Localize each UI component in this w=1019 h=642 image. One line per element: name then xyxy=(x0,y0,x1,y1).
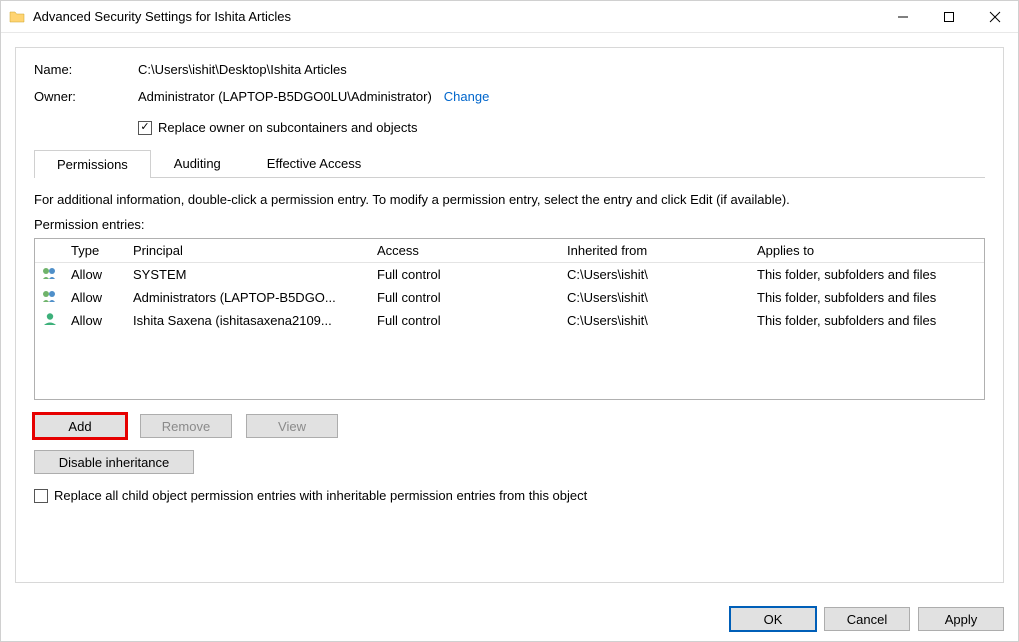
remove-button[interactable]: Remove xyxy=(140,414,232,438)
owner-value: Administrator (LAPTOP-B5DGO0LU\Administr… xyxy=(138,89,432,104)
cell-inherited: C:\Users\ishit\ xyxy=(567,313,757,328)
cell-type: Allow xyxy=(71,313,133,328)
maximize-button[interactable] xyxy=(926,1,972,32)
advanced-security-settings-window: Advanced Security Settings for Ishita Ar… xyxy=(0,0,1019,642)
replace-owner-checkbox[interactable] xyxy=(138,121,152,135)
add-button[interactable]: Add xyxy=(34,414,126,438)
cell-access: Full control xyxy=(377,290,567,305)
owner-label: Owner: xyxy=(34,89,138,104)
replace-child-checkbox[interactable] xyxy=(34,489,48,503)
group-icon xyxy=(41,266,59,280)
replace-child-row: Replace all child object permission entr… xyxy=(34,488,985,503)
replace-owner-label: Replace owner on subcontainers and objec… xyxy=(158,120,417,135)
replace-child-label: Replace all child object permission entr… xyxy=(54,488,587,503)
disable-inheritance-button[interactable]: Disable inheritance xyxy=(34,450,194,474)
col-access[interactable]: Access xyxy=(377,243,567,258)
cell-applies: This folder, subfolders and files xyxy=(757,267,978,282)
tab-effective-access[interactable]: Effective Access xyxy=(244,149,384,177)
replace-owner-row: Replace owner on subcontainers and objec… xyxy=(138,120,985,135)
ok-button[interactable]: OK xyxy=(730,607,816,631)
col-type[interactable]: Type xyxy=(71,243,133,258)
cell-principal: Administrators (LAPTOP-B5DGO... xyxy=(133,290,377,305)
apply-button[interactable]: Apply xyxy=(918,607,1004,631)
close-button[interactable] xyxy=(972,1,1018,32)
cell-access: Full control xyxy=(377,267,567,282)
table-row[interactable]: Allow SYSTEM Full control C:\Users\ishit… xyxy=(35,263,984,286)
name-row: Name: C:\Users\ishit\Desktop\Ishita Arti… xyxy=(34,62,985,77)
cell-principal: SYSTEM xyxy=(133,267,377,282)
footer-buttons: OK Cancel Apply xyxy=(1,597,1018,641)
info-text: For additional information, double-click… xyxy=(34,192,985,207)
cell-type: Allow xyxy=(71,290,133,305)
col-principal[interactable]: Principal xyxy=(133,243,377,258)
folder-icon xyxy=(9,9,25,25)
col-inherited[interactable]: Inherited from xyxy=(567,243,757,258)
titlebar: Advanced Security Settings for Ishita Ar… xyxy=(1,1,1018,33)
tab-auditing[interactable]: Auditing xyxy=(151,149,244,177)
window-controls xyxy=(880,1,1018,32)
cancel-button[interactable]: Cancel xyxy=(824,607,910,631)
grid-header: Type Principal Access Inherited from App… xyxy=(35,239,984,263)
name-value: C:\Users\ishit\Desktop\Ishita Articles xyxy=(138,62,347,77)
name-label: Name: xyxy=(34,62,138,77)
permission-buttons: Add Remove View xyxy=(34,414,985,438)
window-title: Advanced Security Settings for Ishita Ar… xyxy=(33,9,291,24)
permission-grid: Type Principal Access Inherited from App… xyxy=(34,238,985,400)
cell-principal: Ishita Saxena (ishitasaxena2109... xyxy=(133,313,377,328)
cell-inherited: C:\Users\ishit\ xyxy=(567,290,757,305)
view-button[interactable]: View xyxy=(246,414,338,438)
table-row[interactable]: Allow Administrators (LAPTOP-B5DGO... Fu… xyxy=(35,286,984,309)
table-row[interactable]: Allow Ishita Saxena (ishitasaxena2109...… xyxy=(35,309,984,332)
group-icon xyxy=(41,289,59,303)
tabs: Permissions Auditing Effective Access xyxy=(34,149,985,178)
cell-applies: This folder, subfolders and files xyxy=(757,290,978,305)
cell-access: Full control xyxy=(377,313,567,328)
tab-permissions[interactable]: Permissions xyxy=(34,150,151,178)
permission-entries-label: Permission entries: xyxy=(34,217,985,232)
user-icon xyxy=(41,312,59,326)
col-applies[interactable]: Applies to xyxy=(757,243,978,258)
change-owner-link[interactable]: Change xyxy=(444,89,490,104)
minimize-button[interactable] xyxy=(880,1,926,32)
cell-inherited: C:\Users\ishit\ xyxy=(567,267,757,282)
cell-type: Allow xyxy=(71,267,133,282)
owner-row: Owner: Administrator (LAPTOP-B5DGO0LU\Ad… xyxy=(34,89,985,104)
cell-applies: This folder, subfolders and files xyxy=(757,313,978,328)
content-panel: Name: C:\Users\ishit\Desktop\Ishita Arti… xyxy=(15,47,1004,583)
